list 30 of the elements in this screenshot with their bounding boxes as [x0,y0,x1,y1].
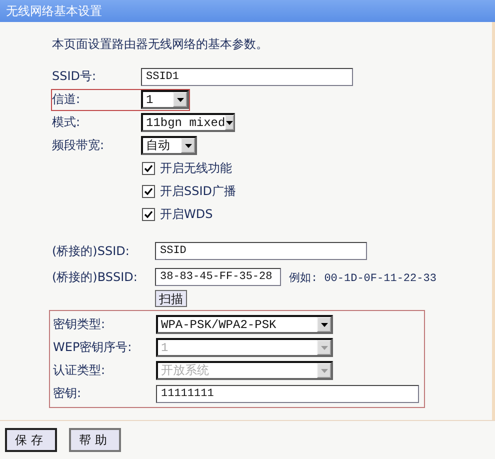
window-title: 无线网络基本设置 [0,0,495,22]
checkbox-label: 开启SSID广播 [160,183,236,200]
hint-text: 例如: 00-1D-0F-11-22-33 [289,271,436,284]
dropdown-select[interactable]: WPA-PSK/WPA2-PSK [156,315,333,334]
help-button[interactable]: 帮助 [69,428,121,452]
checkbox[interactable] [142,208,155,221]
text-field[interactable]: 11111111 [156,384,419,402]
checkbox-label: 开启无线功能 [160,160,232,177]
field-label: (桥接的)BSSID: [52,268,138,286]
field-label: 密钥: [53,385,82,402]
text-field[interactable]: SSID [155,242,367,260]
field-label: 模式: [52,114,82,131]
dropdown-select[interactable]: 1 [141,90,189,109]
intro-text: 本页面设置路由器无线网络的基本参数。 [52,36,269,53]
field-label: 密钥类型: [53,316,106,333]
text-field[interactable]: 38-83-45-FF-35-28 [155,268,281,286]
field-label: 频段带宽: [52,137,106,154]
field-label: SSID号: [52,68,98,85]
checkbox[interactable] [142,162,155,175]
field-label: WEP密钥序号: [53,339,133,356]
scan-button[interactable]: 扫描 [155,290,187,307]
checkbox-label: 开启WDS [160,206,213,223]
field-label: 信道: [52,91,82,108]
text-field[interactable]: SSID1 [141,68,353,86]
checkbox[interactable] [142,185,155,198]
dropdown-select[interactable]: 11bgn mixed [141,113,235,132]
field-label: 认证类型: [53,362,106,379]
field-label: (桥接的)SSID: [52,242,130,260]
save-button[interactable]: 保存 [5,428,57,452]
dropdown-select[interactable]: 自动 [141,136,197,155]
